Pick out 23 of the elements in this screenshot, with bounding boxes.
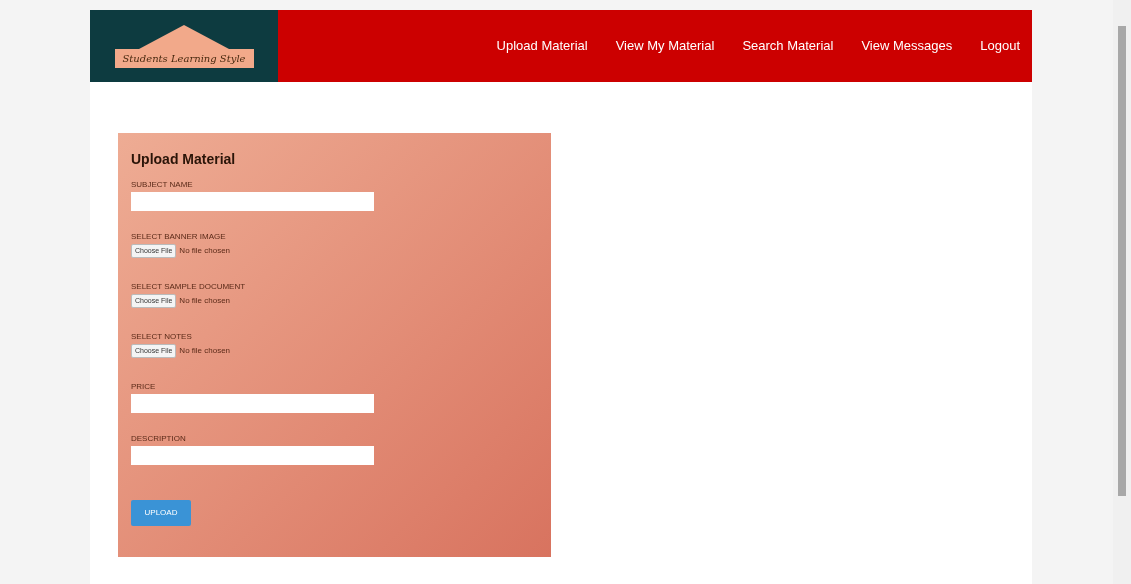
logo-text: Students Learning Style [114, 48, 254, 68]
logo[interactable]: Students Learning Style [90, 10, 278, 82]
form-title: Upload Material [131, 150, 237, 169]
field-label: PRICE [131, 382, 157, 391]
scrollbar-thumb[interactable] [1118, 26, 1126, 496]
field-label: SUBJECT NAME [131, 180, 194, 189]
input-field[interactable] [131, 394, 374, 413]
input-field[interactable] [131, 192, 374, 211]
nav-link[interactable]: Search Material [742, 36, 834, 56]
nav-link[interactable]: Logout [980, 36, 1020, 56]
input-field[interactable] [131, 446, 374, 465]
file-status: No file chosen [179, 295, 231, 307]
nav-link[interactable]: Upload Material [496, 36, 588, 56]
field-label: SELECT NOTES [131, 332, 193, 341]
file-status: No file chosen [179, 245, 231, 257]
nav-link[interactable]: View My Material [615, 36, 715, 56]
field-label: SELECT BANNER IMAGE [131, 232, 227, 241]
nav-link[interactable]: View Messages [861, 36, 953, 56]
field-label: DESCRIPTION [131, 434, 187, 443]
file-status: No file chosen [179, 345, 231, 357]
scrollbar[interactable] [1113, 0, 1131, 584]
field-label: SELECT SAMPLE DOCUMENT [131, 282, 247, 291]
upload-button[interactable]: UPLOAD [131, 500, 191, 526]
